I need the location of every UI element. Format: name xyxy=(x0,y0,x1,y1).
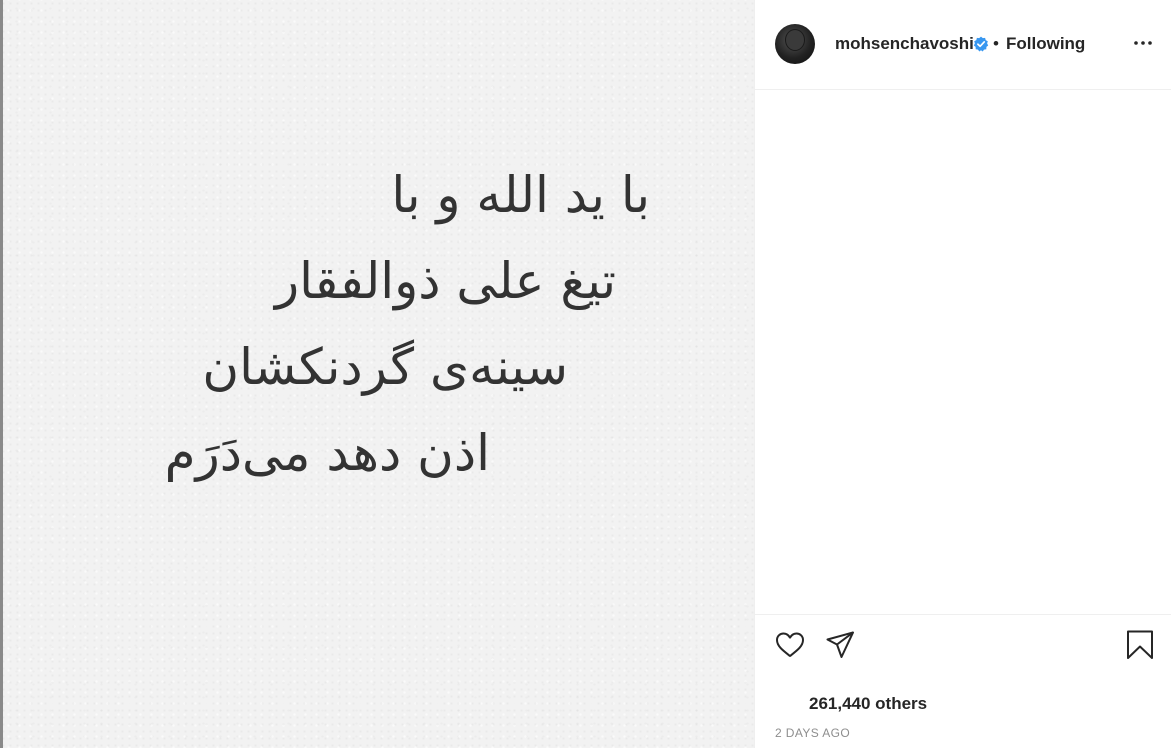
image-left-edge xyxy=(0,0,3,748)
poem-line: تیغ علی ذوالفقار xyxy=(275,252,616,310)
poem-line: سینه‌ی گردنکشان xyxy=(202,338,568,396)
username-link[interactable]: mohsenchavoshi xyxy=(835,34,974,54)
post-actions xyxy=(755,614,1171,675)
post-poem-text: با ید الله و با تیغ علی ذوالفقار سینه‌ی … xyxy=(165,152,650,496)
separator-dot: • xyxy=(993,34,999,53)
following-button[interactable]: Following xyxy=(1006,34,1085,54)
paper-plane-icon[interactable] xyxy=(824,629,856,661)
post-timestamp[interactable]: 2 DAYS AGO xyxy=(775,726,850,740)
poem-line: با ید الله و با xyxy=(391,166,650,224)
poem-line: اذن دهد می‌دَرَم xyxy=(164,424,490,482)
post-header: mohsenchavoshi • Following xyxy=(755,0,1171,90)
avatar[interactable] xyxy=(775,24,815,64)
verified-badge-icon xyxy=(973,36,989,52)
more-options-icon[interactable] xyxy=(1131,31,1155,55)
post-sidebar: mohsenchavoshi • Following 261,440 other… xyxy=(754,0,1171,748)
heart-icon[interactable] xyxy=(774,629,806,661)
likes-count[interactable]: 261,440 others xyxy=(809,694,927,714)
bookmark-icon[interactable] xyxy=(1124,629,1156,661)
post-image[interactable]: با ید الله و با تیغ علی ذوالفقار سینه‌ی … xyxy=(0,0,754,748)
